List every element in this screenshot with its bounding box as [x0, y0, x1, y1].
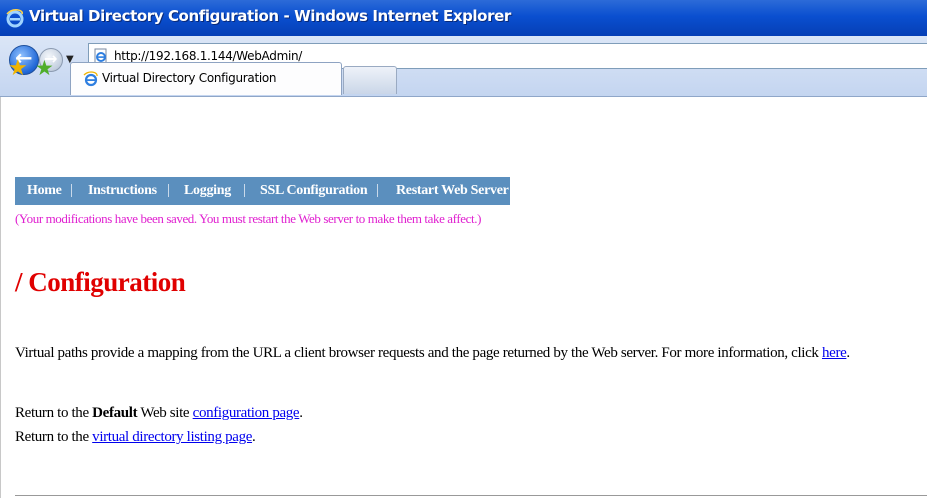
window-title-bar: Virtual Directory Configuration - Window…	[0, 0, 927, 36]
return-default-prefix: Return to the	[15, 405, 93, 421]
menu-separator: |	[70, 182, 74, 198]
description-body: Virtual paths provide a mapping from the…	[15, 345, 822, 361]
virtual-directory-listing-link[interactable]: virtual directory listing page	[92, 429, 252, 445]
menu-restart-web-server[interactable]: Restart Web Server	[396, 183, 509, 199]
internet-explorer-icon	[6, 9, 24, 28]
return-default-mid: Web site	[137, 405, 193, 421]
menu-separator: |	[243, 182, 247, 198]
menu-home[interactable]: Home	[27, 183, 62, 199]
menu-instructions[interactable]: Instructions	[88, 183, 157, 199]
description-text: Virtual paths provide a mapping from the…	[15, 345, 850, 362]
menu-separator: |	[167, 182, 171, 198]
return-listing-end: .	[252, 429, 256, 445]
menu-separator: |	[376, 182, 380, 198]
default-site-name: Default	[92, 405, 138, 421]
return-listing-prefix: Return to the	[15, 429, 93, 445]
add-favorites-icon[interactable]: ★	[35, 58, 54, 79]
page-content: Home | Instructions | Logging | SSL Conf…	[0, 97, 927, 498]
saved-message: (Your modifications have been saved. You…	[15, 211, 482, 226]
window-title: Virtual Directory Configuration - Window…	[29, 7, 511, 25]
horizontal-rule	[15, 495, 927, 496]
ie-page-icon	[83, 71, 98, 87]
tab-virtual-directory-configuration[interactable]: Virtual Directory Configuration	[70, 62, 342, 95]
page-title: / Configuration	[15, 267, 186, 297]
new-tab-button[interactable]	[343, 66, 397, 94]
menu-ssl-configuration[interactable]: SSL Configuration	[260, 183, 368, 199]
return-default-line: Return to the Default Web site configura…	[15, 405, 303, 422]
address-url[interactable]: http://192.168.1.144/WebAdmin/	[114, 49, 302, 63]
tab-label: Virtual Directory Configuration	[102, 71, 277, 85]
configuration-page-link[interactable]: configuration page	[193, 405, 300, 421]
return-listing-line: Return to the virtual directory listing …	[15, 429, 256, 446]
return-default-end: .	[299, 405, 303, 421]
top-menu: Home | Instructions | Logging | SSL Conf…	[15, 177, 510, 205]
menu-logging[interactable]: Logging	[184, 183, 231, 199]
favorites-star-icon[interactable]: ★	[8, 58, 28, 80]
more-info-link[interactable]: here	[822, 345, 847, 361]
description-end: .	[846, 345, 850, 361]
